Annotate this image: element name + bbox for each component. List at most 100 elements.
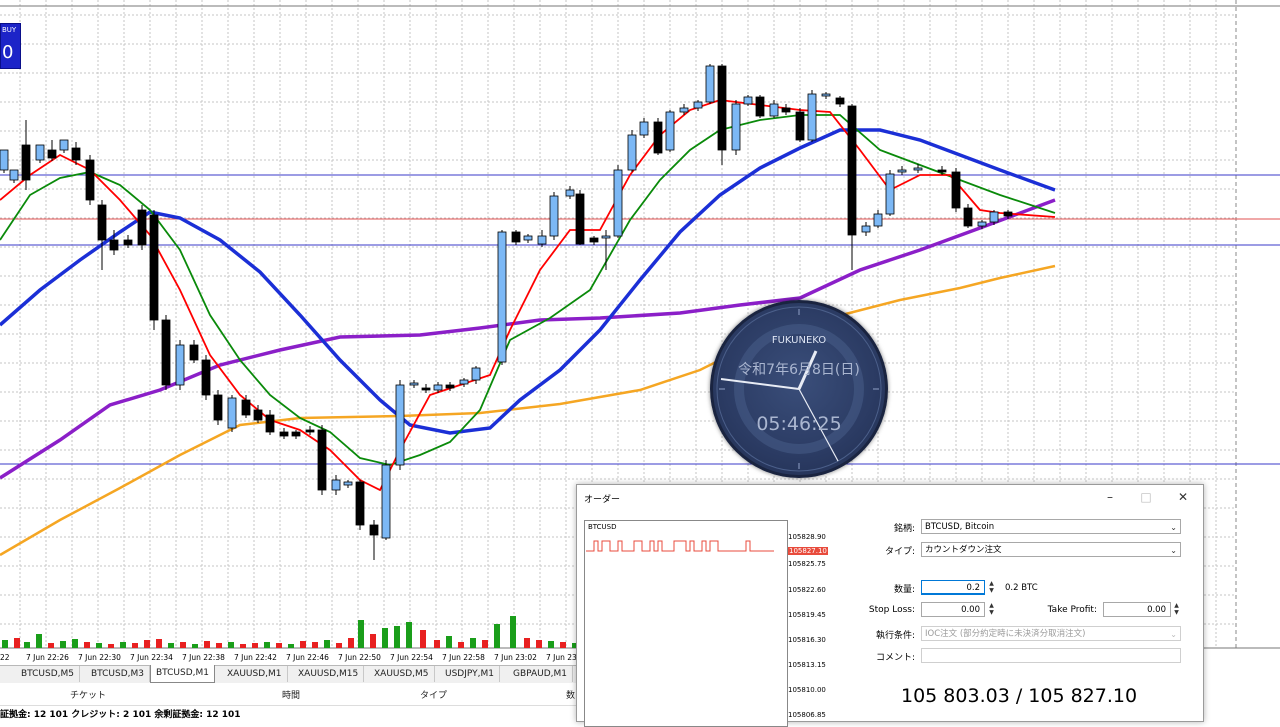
volume-bar (348, 638, 354, 648)
candle-body (369, 524, 379, 536)
stop-loss-stepper[interactable]: ▲ ▼ (987, 602, 996, 617)
scale-label: 105816.30 (788, 636, 826, 644)
time-axis-label: 7 Jun 22:34 (130, 653, 173, 662)
volume-bar (240, 644, 246, 648)
column-type[interactable]: タイプ (420, 688, 447, 701)
symbol-select[interactable]: BTCUSD, Bitcoin ⌄ (921, 519, 1181, 534)
chevron-down-icon: ⌄ (1170, 546, 1177, 555)
column-ticket[interactable]: チケット (70, 688, 106, 701)
candle-body (421, 387, 431, 391)
tab-xauusd-m15[interactable]: XAUUSD,M15 (293, 666, 365, 682)
candle-body (575, 193, 585, 245)
volume-bar (370, 634, 376, 648)
volume-bar (394, 626, 400, 648)
tab-btcusd-m3[interactable]: BTCUSD,M3 (86, 666, 151, 682)
symbol-value: BTCUSD, Bitcoin (925, 522, 995, 532)
time-axis-label: 7 Jun 22:58 (442, 653, 485, 662)
candle-body (459, 379, 469, 385)
order-titlebar[interactable]: オーダー – □ ✕ (577, 485, 1203, 509)
type-label: タイプ: (884, 547, 915, 557)
volume-bar (132, 643, 138, 648)
volume-bar (14, 638, 20, 648)
volume-bar (48, 643, 54, 648)
order-title: オーダー (584, 495, 621, 505)
take-profit-stepper[interactable]: ▲ ▼ (1172, 602, 1181, 617)
tab-usdjpy-m1[interactable]: USDJPY,M1 (440, 666, 500, 682)
volume-bar (84, 642, 90, 648)
tab-xauusd-m5[interactable]: XAUUSD,M5 (369, 666, 435, 682)
volume-bar (482, 640, 488, 648)
candle-body (601, 235, 611, 239)
volume-bar (312, 642, 318, 648)
tab-btcusd-m1[interactable]: BTCUSD,M1 (150, 665, 216, 683)
candle-body (35, 144, 45, 161)
volume-bar (2, 640, 8, 648)
scale-label: 105810.00 (788, 686, 826, 694)
scale-label: 105828.90 (788, 533, 826, 541)
candle-body (253, 409, 263, 421)
volume-bar (336, 643, 342, 648)
stop-loss-input[interactable]: 0.00 (921, 602, 985, 617)
take-profit-input[interactable]: 0.00 (1103, 602, 1171, 617)
candle-body (873, 213, 883, 227)
scale-label: 105825.75 (788, 560, 826, 568)
candle-body (85, 159, 95, 201)
time-axis-label: 22 (0, 653, 10, 662)
candle-body (565, 189, 575, 197)
tab-xauusd-m1[interactable]: XAUUSD,M1 (222, 666, 288, 682)
clock-date: 令和7年6月8日(日) (738, 362, 860, 378)
candle-body (71, 147, 81, 161)
bid-ask-price: 105 803.03 / 105 827.10 (901, 685, 1138, 707)
candle-body (279, 431, 289, 437)
candle-body (963, 207, 973, 227)
candle-body (97, 204, 107, 241)
candle-body (885, 173, 895, 215)
volume-bar (36, 634, 42, 648)
scale-label: 105819.45 (788, 611, 826, 619)
volume-bar (470, 638, 476, 648)
candle-body (201, 359, 211, 396)
volume-bar (406, 622, 412, 648)
candle-body (471, 367, 481, 381)
candle-body (189, 344, 199, 361)
volume-bar (524, 638, 530, 648)
qty-input[interactable]: 0.2 (921, 580, 985, 595)
scale-label: 105822.60 (788, 586, 826, 594)
volume-bar (120, 642, 126, 648)
order-type-select[interactable]: カウントダウン注文 ⌄ (921, 542, 1181, 557)
time-axis-label: 7 Jun 22:26 (26, 653, 69, 662)
order-type-value: カウントダウン注文 (925, 545, 1002, 555)
time-axis-label: 7 Jun 22:50 (338, 653, 381, 662)
buy-label: BUY (2, 26, 17, 34)
column-time[interactable]: 時間 (282, 688, 300, 701)
symbol-label: 銘柄: (893, 524, 915, 534)
candle-body (109, 239, 119, 251)
balance-text: 証拠金: 12 101 クレジット: 2 101 余剰証拠金: 12 101 (0, 710, 241, 720)
trade-table-header: チケット 時間 タイプ 数 (0, 683, 580, 706)
volume-bar (560, 642, 566, 648)
candle-body (497, 231, 507, 363)
volume-bar (264, 642, 270, 648)
candle-body (241, 399, 251, 416)
tab-gbpaud-m1[interactable]: GBPAUD,M1 (508, 666, 574, 682)
tab-btcusd-m5[interactable]: BTCUSD,M5 (16, 666, 81, 682)
candle-body (511, 231, 521, 243)
candle-body (613, 169, 623, 237)
volume-bar (204, 641, 210, 648)
volume-bar (446, 636, 452, 648)
column-qty[interactable]: 数 (566, 688, 575, 701)
qty-stepper[interactable]: ▲ ▼ (987, 580, 996, 595)
volume-bar (192, 644, 198, 648)
candle-body (731, 103, 741, 151)
chevron-down-icon: ⌄ (1170, 630, 1177, 639)
close-icon[interactable]: ✕ (1170, 489, 1196, 505)
one-click-buy-button[interactable]: BUY 0 (0, 23, 21, 69)
tick-price-scale: 105828.90 105827.10 105825.75 105822.60 … (788, 520, 848, 720)
candle-body (589, 237, 599, 243)
comment-input[interactable] (921, 648, 1181, 663)
minimize-icon[interactable]: – (1097, 489, 1123, 505)
candle-body (665, 111, 675, 151)
candle-body (549, 195, 559, 237)
volume-bar (300, 641, 306, 648)
candle-body (639, 121, 649, 136)
